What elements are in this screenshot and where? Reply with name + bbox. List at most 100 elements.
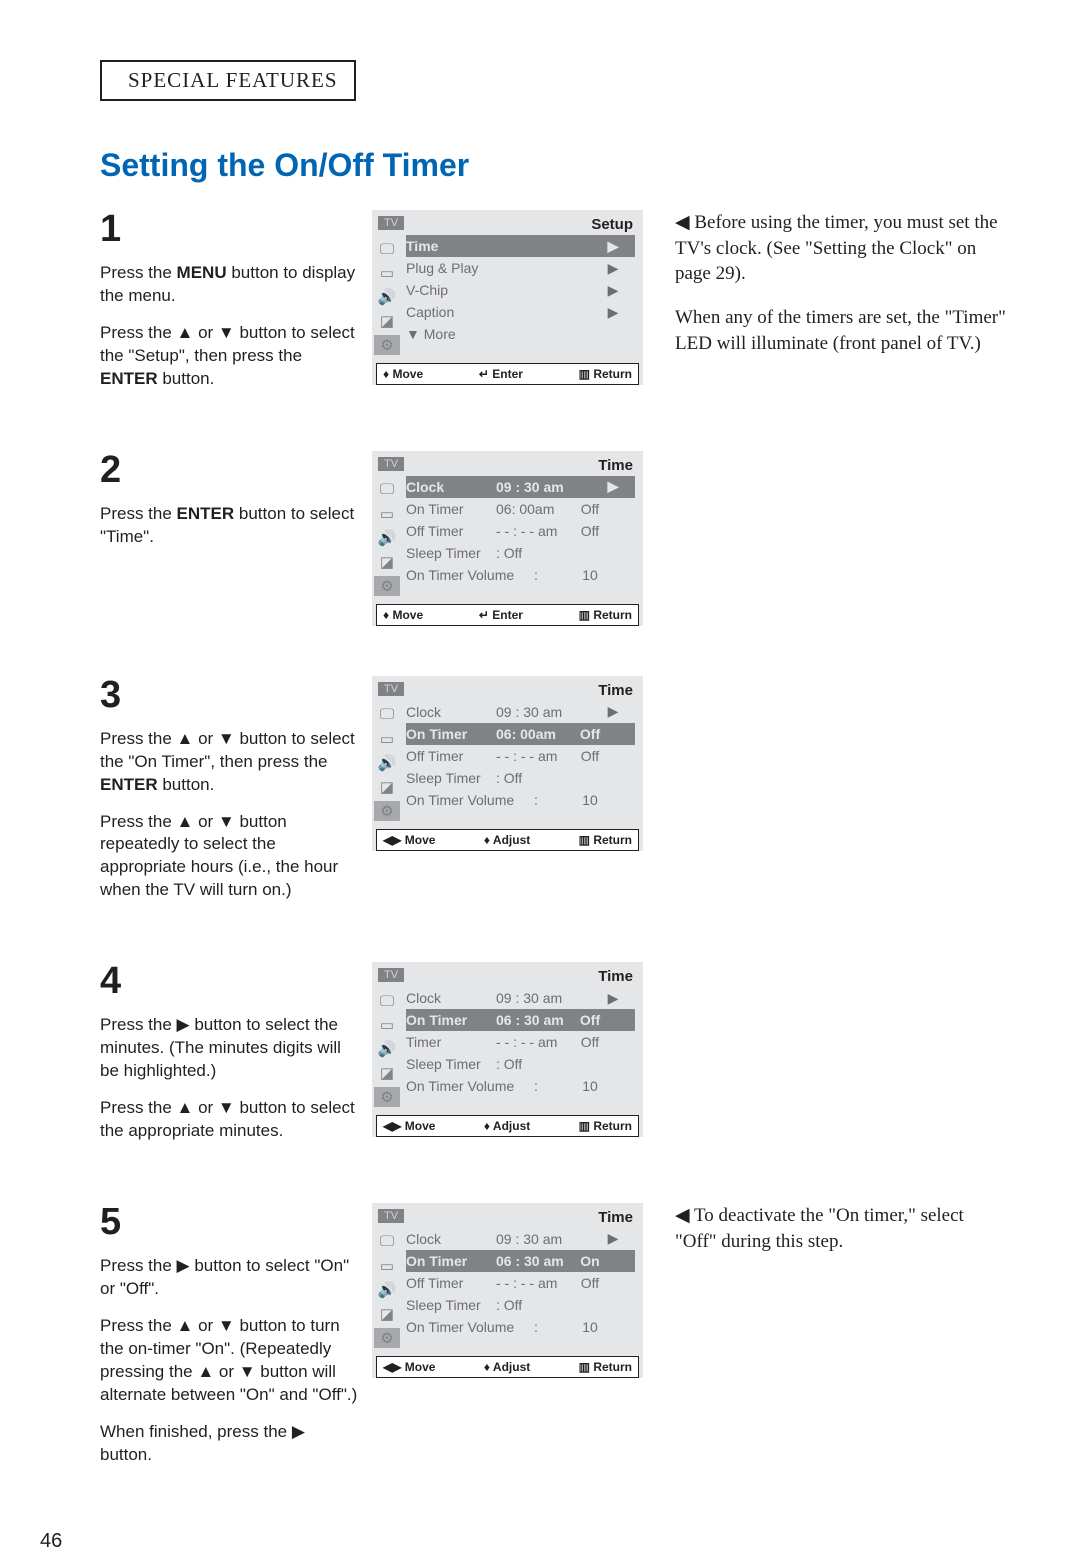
sound-icon: 🔊 bbox=[374, 753, 400, 773]
page-number: 46 bbox=[0, 1530, 1080, 1553]
category-icons: 🖵 ▭ 🔊 ◪ ⚙ bbox=[372, 476, 402, 600]
menu-row[interactable]: Timer- - : - - amOff bbox=[406, 1031, 635, 1053]
page-title: Setting the On/Off Timer bbox=[100, 147, 1010, 184]
hint-return: ▥ Return bbox=[579, 1360, 632, 1374]
menu-row[interactable]: Off Timer- - : - - amOff bbox=[406, 1272, 635, 1294]
category-icons: 🖵 ▭ 🔊 ◪ ⚙ bbox=[372, 1228, 402, 1352]
menu-rows: Time▶ Plug & Play▶ V-Chip▶ Caption▶ ▼ Mo… bbox=[402, 235, 643, 359]
side-note: When any of the timers are set, the "Tim… bbox=[675, 305, 1010, 356]
sound-icon: 🔊 bbox=[374, 528, 400, 548]
step-number: 1 bbox=[100, 210, 360, 248]
instruction: Press the ▲ or ▼ button to select the ap… bbox=[100, 1097, 360, 1143]
osd-setup: TVSetup 🖵 ▭ 🔊 ◪ ⚙ Time▶ Plug & Play▶ V-C… bbox=[372, 210, 643, 385]
menu-row[interactable]: On Timer06 : 30 amOff bbox=[406, 1009, 635, 1031]
instruction: Press the ▲ or ▼ button to select the "S… bbox=[100, 322, 360, 391]
input-icon: 🖵 bbox=[374, 480, 400, 500]
sound-icon: 🔊 bbox=[374, 1280, 400, 1300]
step-number: 2 bbox=[100, 451, 360, 489]
channel-icon: ◪ bbox=[374, 311, 400, 331]
step-number: 4 bbox=[100, 962, 360, 1000]
instruction: Press the ▶ button to select the minutes… bbox=[100, 1014, 360, 1083]
hint-move: ◀▶ Move bbox=[383, 1119, 435, 1133]
hint-enter: ↵ Enter bbox=[479, 367, 523, 381]
menu-row[interactable]: On Timer06: 00amOff bbox=[406, 498, 635, 520]
menu-row[interactable]: Clock09 : 30 am▶ bbox=[406, 1228, 635, 1250]
tv-tag: TV bbox=[378, 1209, 404, 1223]
category-icons: 🖵 ▭ 🔊 ◪ ⚙ bbox=[372, 987, 402, 1111]
side-note: ◀ Before using the timer, you must set t… bbox=[675, 210, 1010, 287]
channel-icon: ◪ bbox=[374, 552, 400, 572]
osd-title: Time bbox=[410, 968, 633, 985]
menu-row[interactable]: Off Timer- - : - - amOff bbox=[406, 520, 635, 542]
menu-row[interactable]: On Timer Volume:10 bbox=[406, 789, 635, 811]
menu-row[interactable]: ▼ More bbox=[406, 323, 635, 345]
osd-title: Time bbox=[410, 682, 633, 699]
setup-icon: ⚙ bbox=[374, 1087, 400, 1107]
menu-row[interactable]: Sleep Timer: Off bbox=[406, 1294, 635, 1316]
menu-row[interactable]: On Timer06: 00amOff bbox=[406, 723, 635, 745]
step-4: 4 Press the ▶ button to select the minut… bbox=[100, 962, 1010, 1157]
tv-tag: TV bbox=[378, 457, 404, 471]
chapter-header: SPECIAL FEATURES bbox=[100, 60, 356, 101]
menu-row[interactable]: Clock09 : 30 am▶ bbox=[406, 987, 635, 1009]
hint-move: ♦ Move bbox=[383, 367, 423, 381]
picture-icon: ▭ bbox=[374, 1256, 400, 1276]
setup-icon: ⚙ bbox=[374, 801, 400, 821]
picture-icon: ▭ bbox=[374, 504, 400, 524]
menu-row[interactable]: On Timer Volume:10 bbox=[406, 564, 635, 586]
osd-title: Time bbox=[410, 457, 633, 474]
osd-title: Time bbox=[410, 1209, 633, 1226]
picture-icon: ▭ bbox=[374, 729, 400, 749]
hint-adjust: ♦ Adjust bbox=[484, 1360, 530, 1374]
menu-row[interactable]: V-Chip▶ bbox=[406, 279, 635, 301]
menu-row[interactable]: On Timer Volume:10 bbox=[406, 1316, 635, 1338]
step-number: 3 bbox=[100, 676, 360, 714]
step-1: 1 Press the MENU button to display the m… bbox=[100, 210, 1010, 405]
instruction: Press the MENU button to display the men… bbox=[100, 262, 360, 308]
tv-tag: TV bbox=[378, 216, 404, 230]
step-2: 2 Press the ENTER button to select "Time… bbox=[100, 451, 1010, 630]
hint-enter: ↵ Enter bbox=[479, 608, 523, 622]
osd-time: TV Time 🖵 ▭ 🔊 ◪ ⚙ Clock09 : 30 am▶ On Tim… bbox=[372, 962, 643, 1137]
osd-time: TV Time 🖵 ▭ 🔊 ◪ ⚙ Clock09 : 30 am▶ On Tim… bbox=[372, 1203, 643, 1378]
channel-icon: ◪ bbox=[374, 1063, 400, 1083]
menu-row[interactable]: Sleep Timer: Off bbox=[406, 1053, 635, 1075]
menu-rows: Clock09 : 30 am▶ On Timer06: 00amOff Off… bbox=[402, 701, 643, 825]
setup-icon: ⚙ bbox=[374, 335, 400, 355]
osd-time: TV Time 🖵 ▭ 🔊 ◪ ⚙ Clock09 : 30 am▶ On Tim… bbox=[372, 676, 643, 851]
instruction: Press the ▲ or ▼ button repeatedly to se… bbox=[100, 811, 360, 903]
menu-row[interactable]: Time▶ bbox=[406, 235, 635, 257]
tv-tag: TV bbox=[378, 682, 404, 696]
menu-row[interactable]: Clock09 : 30 am▶ bbox=[406, 476, 635, 498]
sound-icon: 🔊 bbox=[374, 1039, 400, 1059]
menu-row[interactable]: Clock09 : 30 am▶ bbox=[406, 701, 635, 723]
channel-icon: ◪ bbox=[374, 777, 400, 797]
step-number: 5 bbox=[100, 1203, 360, 1241]
hint-return: ▥ Return bbox=[579, 1119, 632, 1133]
instruction: Press the ▲ or ▼ button to turn the on-t… bbox=[100, 1315, 360, 1407]
step-3: 3 Press the ▲ or ▼ button to select the … bbox=[100, 676, 1010, 917]
sound-icon: 🔊 bbox=[374, 287, 400, 307]
menu-rows: Clock09 : 30 am▶ On Timer06 : 30 amOn Of… bbox=[402, 1228, 643, 1352]
input-icon: 🖵 bbox=[374, 705, 400, 725]
osd-time: TV Time 🖵 ▭ 🔊 ◪ ⚙ Clock09 : 30 am▶ On Tim… bbox=[372, 451, 643, 626]
chapter-text: SPECIAL FEATURES bbox=[128, 68, 338, 92]
setup-icon: ⚙ bbox=[374, 1328, 400, 1348]
hint-return: ▥ Return bbox=[579, 608, 632, 622]
menu-row[interactable]: On Timer Volume:10 bbox=[406, 1075, 635, 1097]
menu-row[interactable]: Sleep Timer: Off bbox=[406, 767, 635, 789]
hint-move: ◀▶ Move bbox=[383, 1360, 435, 1374]
menu-row[interactable]: Caption▶ bbox=[406, 301, 635, 323]
hint-move: ◀▶ Move bbox=[383, 833, 435, 847]
channel-icon: ◪ bbox=[374, 1304, 400, 1324]
input-icon: 🖵 bbox=[374, 239, 400, 259]
menu-row[interactable]: Plug & Play▶ bbox=[406, 257, 635, 279]
menu-rows: Clock09 : 30 am▶ On Timer06 : 30 amOff T… bbox=[402, 987, 643, 1111]
menu-row[interactable]: Off Timer- - : - - amOff bbox=[406, 745, 635, 767]
instruction: When finished, press the ▶ button. bbox=[100, 1421, 360, 1467]
menu-row[interactable]: Sleep Timer: Off bbox=[406, 542, 635, 564]
input-icon: 🖵 bbox=[374, 991, 400, 1011]
tv-tag: TV bbox=[378, 968, 404, 982]
menu-row[interactable]: On Timer06 : 30 amOn bbox=[406, 1250, 635, 1272]
input-icon: 🖵 bbox=[374, 1232, 400, 1252]
